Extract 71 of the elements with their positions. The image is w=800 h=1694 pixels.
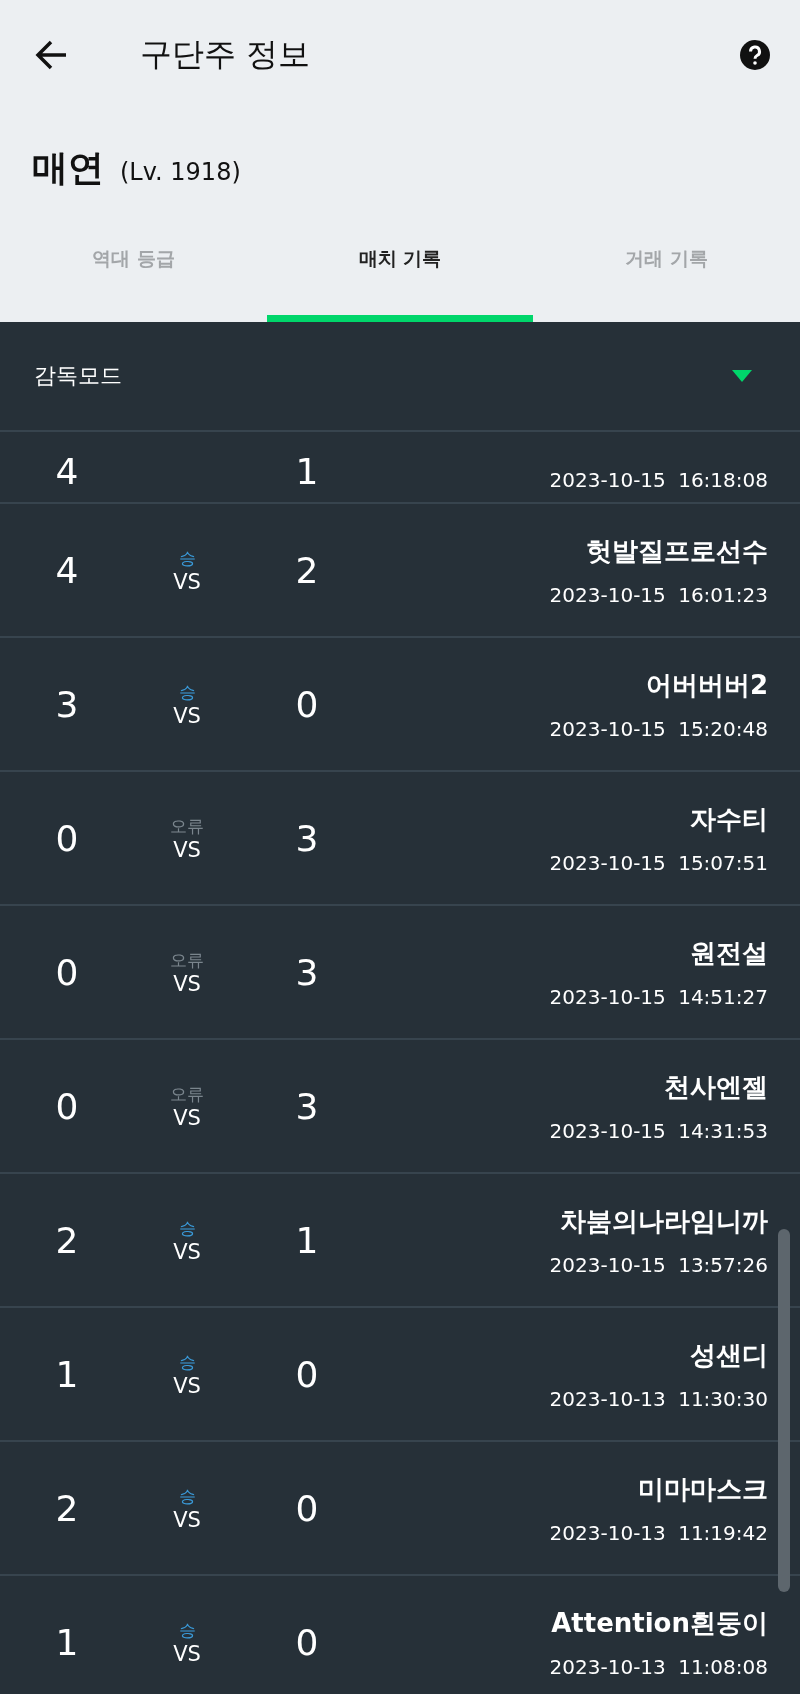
vs-label: VS <box>173 569 201 594</box>
opponent-name: 천사엔젤 <box>664 1070 768 1104</box>
vs-label: VS <box>173 1373 201 1398</box>
match-datetime: 2023-10-15 13:57:26 <box>549 1252 768 1277</box>
match-result: 오류 <box>170 948 204 972</box>
tab[interactable]: 매치 기록 <box>266 202 534 322</box>
match-result: 승 <box>178 1618 196 1642</box>
vs-label: VS <box>173 703 201 728</box>
opponent-name: 헛발질프로선수 <box>586 534 768 568</box>
vs-label: VS <box>173 1507 201 1532</box>
home-score: 3 <box>55 683 79 725</box>
match-datetime: 2023-10-15 15:07:51 <box>549 850 768 875</box>
opponent-name: 성샌디 <box>690 1338 768 1372</box>
match-datetime: 2023-10-13 11:19:42 <box>549 1520 768 1545</box>
away-score: 0 <box>295 1621 319 1663</box>
opponent-name: 어버버버2 <box>645 668 768 702</box>
home-score: 2 <box>55 1487 79 1529</box>
away-score: 0 <box>295 1487 319 1529</box>
match-result: 승 <box>178 1484 196 1508</box>
vs-label: VS <box>173 1641 201 1666</box>
match-result: 승 <box>178 1216 196 1240</box>
page-title: 구단주 정보 <box>140 34 312 75</box>
home-score: 4 <box>55 451 79 492</box>
away-score: 0 <box>295 1353 319 1395</box>
mode-dropdown[interactable]: 감독모드 <box>0 322 800 432</box>
away-score: 1 <box>295 451 319 492</box>
scrollbar[interactable] <box>778 1229 790 1592</box>
home-score: 4 <box>55 549 79 591</box>
owner-level: (Lv. 1918) <box>120 158 241 186</box>
match-row[interactable]: 3 승 VS 0 어버버버2 2023-10-15 15:20:48 <box>0 638 800 772</box>
vs-label: VS <box>173 837 201 862</box>
match-datetime: 2023-10-15 14:31:53 <box>549 1118 768 1143</box>
opponent-name: 미마마스크 <box>638 1472 768 1506</box>
home-score: 1 <box>55 1353 79 1395</box>
home-score: 0 <box>55 951 79 993</box>
match-datetime: 2023-10-15 16:01:23 <box>549 582 768 607</box>
owner-name: 매연 <box>32 146 104 190</box>
away-score: 3 <box>295 951 319 993</box>
vs-label: VS <box>173 1239 201 1264</box>
match-row[interactable]: 0 오류 VS 3 천사엔젤 2023-10-15 14:31:53 <box>0 1040 800 1174</box>
away-score: 0 <box>295 683 319 725</box>
caret-icon <box>732 370 752 382</box>
home-score: 0 <box>55 817 79 859</box>
match-datetime: 2023-10-15 14:51:27 <box>549 984 768 1009</box>
match-datetime: 2023-10-13 11:30:30 <box>549 1386 768 1411</box>
away-score: 1 <box>295 1219 319 1261</box>
opponent-name: Attention흰둥이 <box>551 1606 768 1640</box>
opponent-name: 원전설 <box>690 936 768 970</box>
vs-label: VS <box>173 971 201 996</box>
match-result: 오류 <box>170 1082 204 1106</box>
opponent-name: 자수티 <box>690 802 768 836</box>
away-score: 2 <box>295 549 319 591</box>
match-result: 오류 <box>170 814 204 838</box>
match-result: 승 <box>178 1350 196 1374</box>
help-icon[interactable] <box>740 40 770 70</box>
match-row[interactable]: 4 승 VS 2 헛발질프로선수 2023-10-15 16:01:23 <box>0 504 800 638</box>
away-score: 3 <box>295 817 319 859</box>
match-datetime: 2023-10-13 11:08:08 <box>549 1654 768 1679</box>
match-result: 승 <box>178 680 196 704</box>
home-score: 2 <box>55 1219 79 1261</box>
home-score: 0 <box>55 1085 79 1127</box>
match-row[interactable]: 4 1 2023-10-15 16:18:08 <box>0 432 800 504</box>
match-datetime: 2023-10-15 15:20:48 <box>549 716 768 741</box>
opponent-name: 차붐의나라임니까 <box>560 1204 768 1238</box>
home-score: 1 <box>55 1621 79 1663</box>
match-result: 승 <box>178 546 196 570</box>
match-row[interactable]: 0 오류 VS 3 자수티 2023-10-15 15:07:51 <box>0 772 800 906</box>
vs-label: VS <box>173 1105 201 1130</box>
match-datetime: 2023-10-15 16:18:08 <box>549 468 768 492</box>
match-row[interactable]: 0 오류 VS 3 원전설 2023-10-15 14:51:27 <box>0 906 800 1040</box>
away-score: 3 <box>295 1085 319 1127</box>
